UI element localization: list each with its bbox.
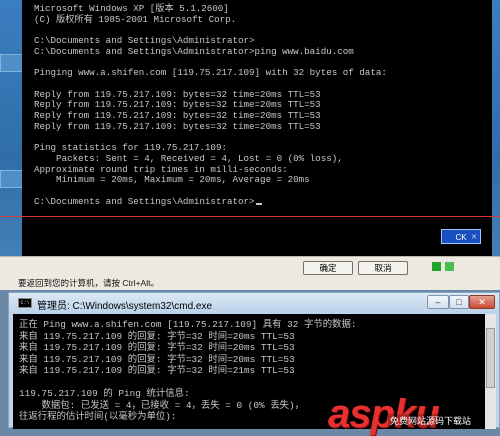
minimize-button[interactable]: – [427, 295, 449, 309]
console-line: 来自 119.75.217.109 的回复: 字节=32 时间=20ms TTL… [19, 353, 295, 365]
desktop-icon [0, 170, 24, 188]
console-output: Microsoft Windows XP [版本 5.1.2600] (C) 版… [34, 3, 387, 207]
console-line: Minimum = 20ms, Maximum = 20ms, Average … [34, 174, 310, 186]
console-line: C:\Documents and Settings\Administrator> [34, 35, 255, 47]
console-line: Reply from 119.75.217.109: bytes=32 time… [34, 120, 321, 132]
console-line: Reply from 119.75.217.109: bytes=32 time… [34, 88, 321, 100]
vm-hint-bar: 确定 取消 要返回到您的计算机，请按 Ctrl+Alt。 [0, 256, 500, 290]
console-line: Reply from 119.75.217.109: bytes=32 time… [34, 110, 321, 122]
console-line: Microsoft Windows XP [版本 5.1.2600] [34, 3, 229, 14]
tray-icon [432, 262, 441, 271]
console-line: C:\Documents and Settings\Administrator> [34, 195, 255, 207]
console-line: Approximate round trip times in milli-se… [34, 163, 288, 175]
console-line: 往返行程的估计时间(以毫秒为单位): [19, 411, 177, 422]
ok-badge-label: CK [455, 233, 467, 242]
console-line: 来自 119.75.217.109 的回复: 字节=32 时间=20ms TTL… [19, 342, 295, 353]
console-line: 来自 119.75.217.109 的回复: 字节=32 时间=20ms TTL… [19, 330, 295, 342]
tray-icon [445, 262, 454, 271]
text-cursor [255, 202, 262, 205]
maximize-button[interactable]: □ [449, 295, 469, 309]
close-icon: ✕ [478, 297, 486, 307]
xp-vm-window: Microsoft Windows XP [版本 5.1.2600] (C) 版… [0, 0, 500, 290]
watermark-caption: 免费网站源码下载站 [388, 414, 474, 427]
console-output: 正在 Ping www.a.shifen.com [119.75.217.109… [19, 319, 357, 423]
console-line: C:\Documents and Settings\Administrator>… [34, 45, 354, 57]
console-line: (C) 版权所有 1985-2001 Microsoft Corp. [34, 13, 237, 25]
console-line: 正在 Ping www.a.shifen.com [119.75.217.109… [19, 319, 357, 330]
console-line: Pinging www.a.shifen.com [119.75.217.109… [34, 67, 387, 79]
close-icon: ✕ [471, 234, 477, 241]
cancel-button[interactable]: 取消 [358, 261, 408, 275]
divider-line [0, 216, 500, 217]
desktop-icon [0, 54, 24, 72]
ok-badge[interactable]: CK ✕ [441, 229, 481, 244]
close-button[interactable]: ✕ [469, 295, 495, 309]
console-line: Reply from 119.75.217.109: bytes=32 time… [34, 99, 321, 111]
minimize-icon: – [435, 297, 441, 307]
maximize-icon: □ [456, 297, 462, 307]
release-hint: 要返回到您的计算机，请按 Ctrl+Alt。 [18, 278, 159, 288]
console-line: 来自 119.75.217.109 的回复: 字节=32 时间=21ms TTL… [19, 365, 295, 376]
console-line: 119.75.217.109 的 Ping 统计信息: [19, 388, 190, 399]
window-title: 管理员: C:\Windows\system32\cmd.exe [37, 301, 213, 312]
xp-command-prompt[interactable]: Microsoft Windows XP [版本 5.1.2600] (C) 版… [22, 0, 492, 260]
console-line: Ping statistics for 119.75.217.109: [34, 142, 227, 154]
cmd-title-bar[interactable]: C:\ 管理员: C:\Windows\system32\cmd.exe – □… [9, 293, 499, 313]
ok-button[interactable]: 确定 [303, 261, 353, 275]
cmd-icon: C:\ [18, 298, 32, 308]
scroll-thumb[interactable] [486, 328, 495, 388]
console-line: Packets: Sent = 4, Received = 4, Lost = … [34, 152, 343, 164]
console-line: 数据包: 已发送 = 4，已接收 = 4，丢失 = 0 (0% 丢失)， [19, 399, 305, 411]
cmd-scrollbar[interactable] [485, 314, 496, 429]
